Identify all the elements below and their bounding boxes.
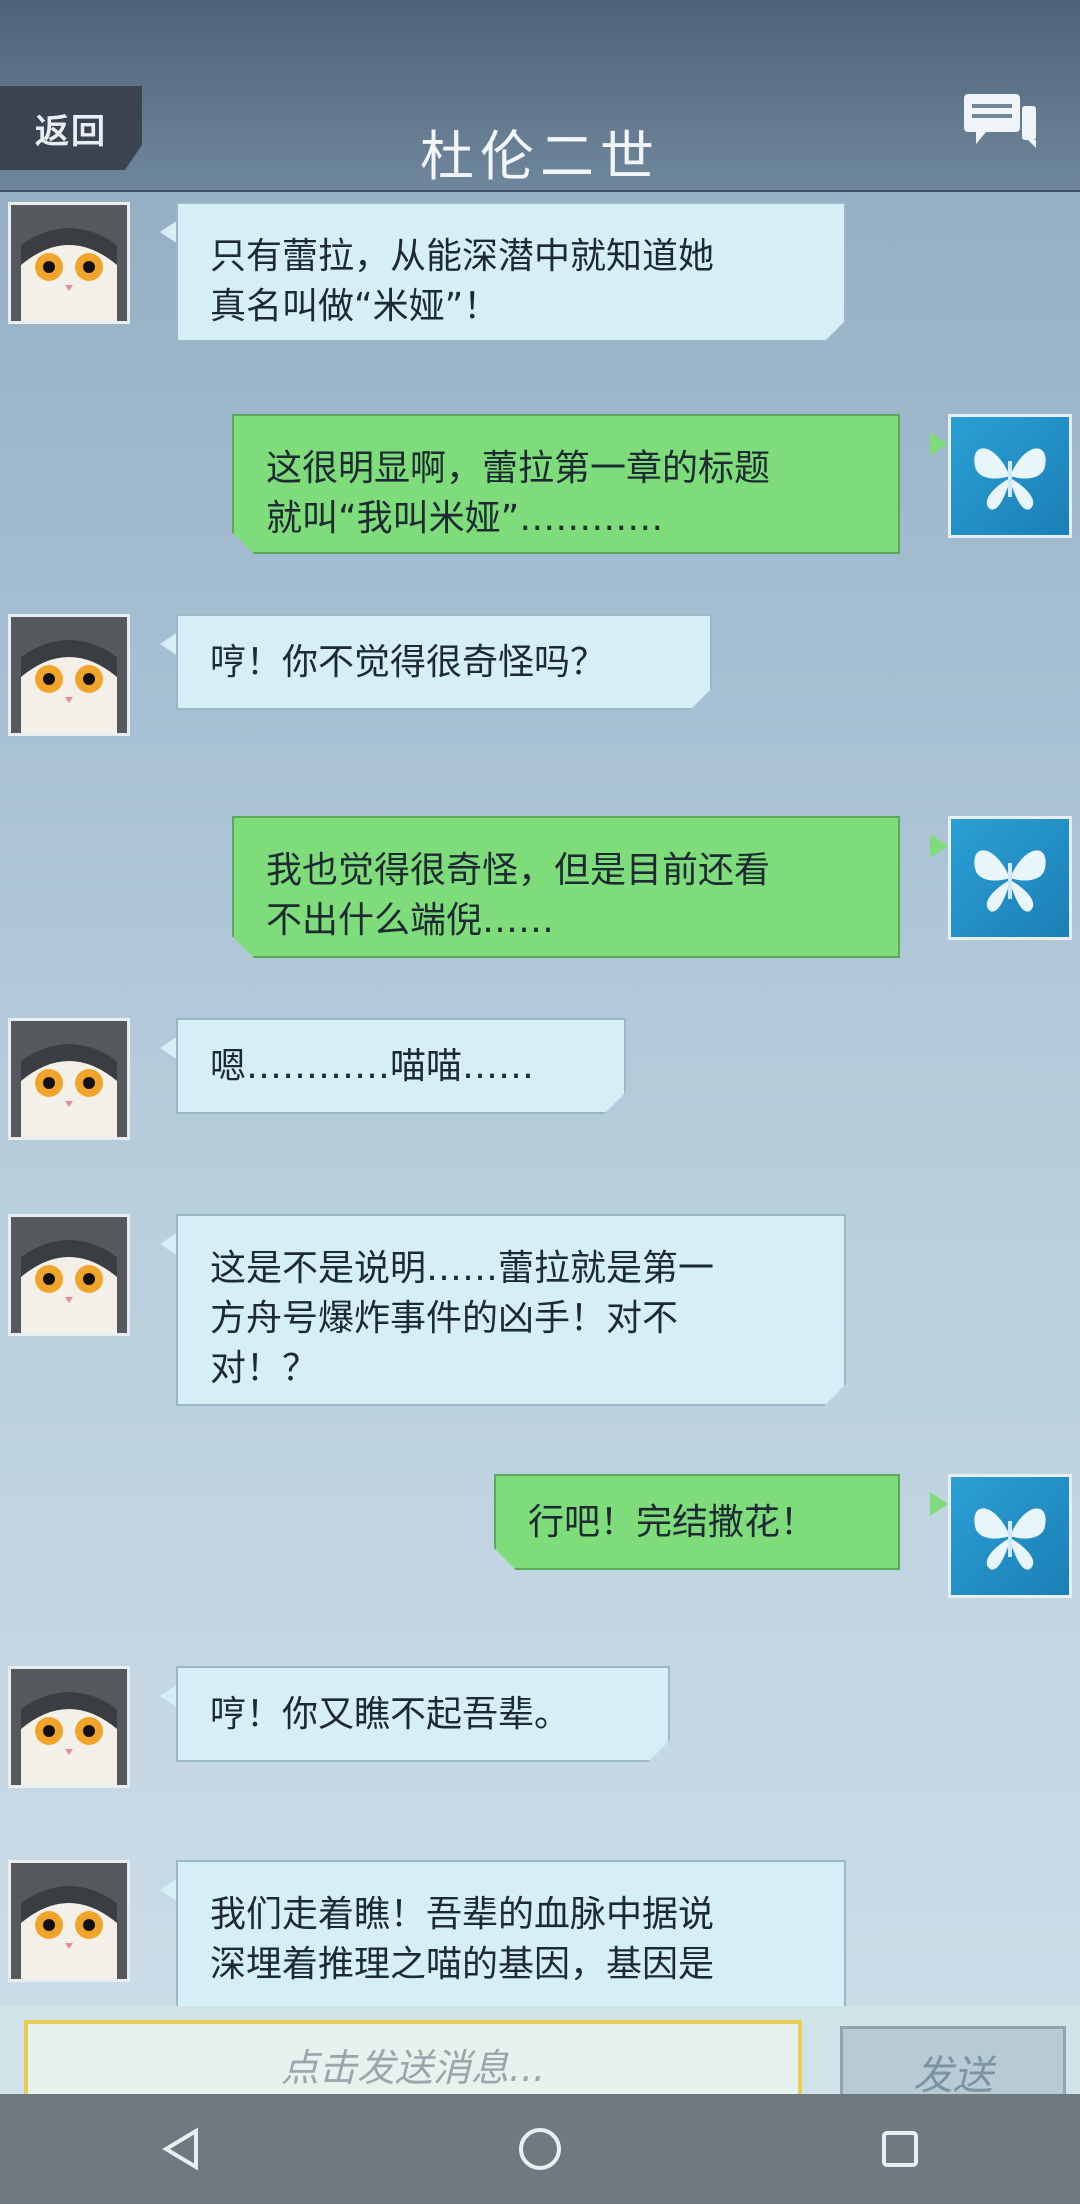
butterfly-avatar[interactable] xyxy=(948,1474,1072,1598)
cat-face-icon xyxy=(11,617,127,733)
butterfly-icon xyxy=(974,850,1046,912)
message-line: 我们走着瞧！吾辈的血脉中据说 xyxy=(210,1894,715,1935)
message-line: 方舟号爆炸事件的凶手！对不 xyxy=(210,1298,679,1339)
incoming-bubble[interactable]: 哼！你不觉得很奇怪吗？ xyxy=(176,614,712,710)
cat-avatar[interactable] xyxy=(8,202,130,324)
outgoing-bubble[interactable]: 这很明显啊，蕾拉第一章的标题 就叫“我叫米娅”………… xyxy=(232,414,900,554)
message-line: 这很明显啊，蕾拉第一章的标题 xyxy=(266,448,771,489)
cat-face-icon xyxy=(11,1863,127,1979)
system-nav-bar xyxy=(0,2094,1080,2204)
incoming-bubble[interactable]: 嗯…………喵喵…… xyxy=(176,1018,626,1114)
message-line: 真名叫做“米娅”！ xyxy=(210,286,500,327)
message-line: 就叫“我叫米娅”………… xyxy=(266,498,664,539)
message-line: 不出什么端倪…… xyxy=(266,900,555,941)
cat-face-icon xyxy=(11,205,127,321)
message-line: 哼！你又瞧不起吾辈。 xyxy=(210,1694,571,1735)
cat-avatar[interactable] xyxy=(8,1860,130,1982)
incoming-bubble[interactable]: 这是不是说明……蕾拉就是第一 方舟号爆炸事件的凶手！对不 对！？ xyxy=(176,1214,846,1406)
message-row: 只有蕾拉，从能深潜中就知道她 真名叫做“米娅”！ xyxy=(0,202,1080,352)
message-line: 只有蕾拉，从能深潜中就知道她 xyxy=(210,236,715,277)
message-row: 嗯…………喵喵…… xyxy=(0,1018,1080,1148)
incoming-bubble[interactable]: 只有蕾拉，从能深潜中就知道她 真名叫做“米娅”！ xyxy=(176,202,846,342)
message-line: 行吧！完结撒花！ xyxy=(528,1502,817,1543)
nav-recents-icon[interactable] xyxy=(870,2119,930,2179)
cat-avatar[interactable] xyxy=(8,614,130,736)
butterfly-avatar[interactable] xyxy=(948,414,1072,538)
chat-bubbles-icon[interactable] xyxy=(962,92,1038,150)
message-line: 嗯…………喵喵…… xyxy=(210,1046,535,1087)
message-line: 对！？ xyxy=(210,1348,319,1389)
input-bar: 点击发送消息... 发送 xyxy=(0,2006,1080,2118)
butterfly-icon xyxy=(974,448,1046,510)
cat-face-icon xyxy=(11,1021,127,1137)
message-row: 我们走着瞧！吾辈的血脉中据说 深埋着推理之喵的基因，基因是 xyxy=(0,1860,1080,2006)
incoming-bubble[interactable]: 哼！你又瞧不起吾辈。 xyxy=(176,1666,670,1762)
incoming-bubble[interactable]: 我们走着瞧！吾辈的血脉中据说 深埋着推理之喵的基因，基因是 xyxy=(176,1860,846,2006)
chat-area[interactable]: 只有蕾拉，从能深潜中就知道她 真名叫做“米娅”！ 这很明显啊，蕾拉第一章的标题 … xyxy=(0,190,1080,2006)
message-row: 这很明显啊，蕾拉第一章的标题 就叫“我叫米娅”………… xyxy=(0,414,1080,564)
cat-avatar[interactable] xyxy=(8,1214,130,1336)
message-row: 哼！你不觉得很奇怪吗？ xyxy=(0,614,1080,744)
message-row: 我也觉得很奇怪，但是目前还看 不出什么端倪…… xyxy=(0,816,1080,966)
outgoing-bubble[interactable]: 行吧！完结撒花！ xyxy=(494,1474,900,1570)
chat-title: 杜伦二世 xyxy=(420,125,660,188)
message-row: 行吧！完结撒花！ xyxy=(0,1474,1080,1604)
nav-back-icon[interactable] xyxy=(150,2119,210,2179)
message-row: 哼！你又瞧不起吾辈。 xyxy=(0,1666,1080,1796)
butterfly-avatar[interactable] xyxy=(948,816,1072,940)
butterfly-icon xyxy=(974,1508,1046,1570)
nav-home-icon[interactable] xyxy=(510,2119,570,2179)
cat-avatar[interactable] xyxy=(8,1018,130,1140)
outgoing-bubble[interactable]: 我也觉得很奇怪，但是目前还看 不出什么端倪…… xyxy=(232,816,900,958)
cat-avatar[interactable] xyxy=(8,1666,130,1788)
message-line: 我也觉得很奇怪，但是目前还看 xyxy=(266,850,771,891)
message-line: 哼！你不觉得很奇怪吗？ xyxy=(210,642,607,683)
cat-face-icon xyxy=(11,1217,127,1333)
message-line: 深埋着推理之喵的基因，基因是 xyxy=(210,1944,715,1985)
cat-face-icon xyxy=(11,1669,127,1785)
message-row: 这是不是说明……蕾拉就是第一 方舟号爆炸事件的凶手！对不 对！？ xyxy=(0,1214,1080,1414)
message-line: 这是不是说明……蕾拉就是第一 xyxy=(210,1248,715,1289)
header: 返回 杜伦二世 xyxy=(0,0,1080,192)
